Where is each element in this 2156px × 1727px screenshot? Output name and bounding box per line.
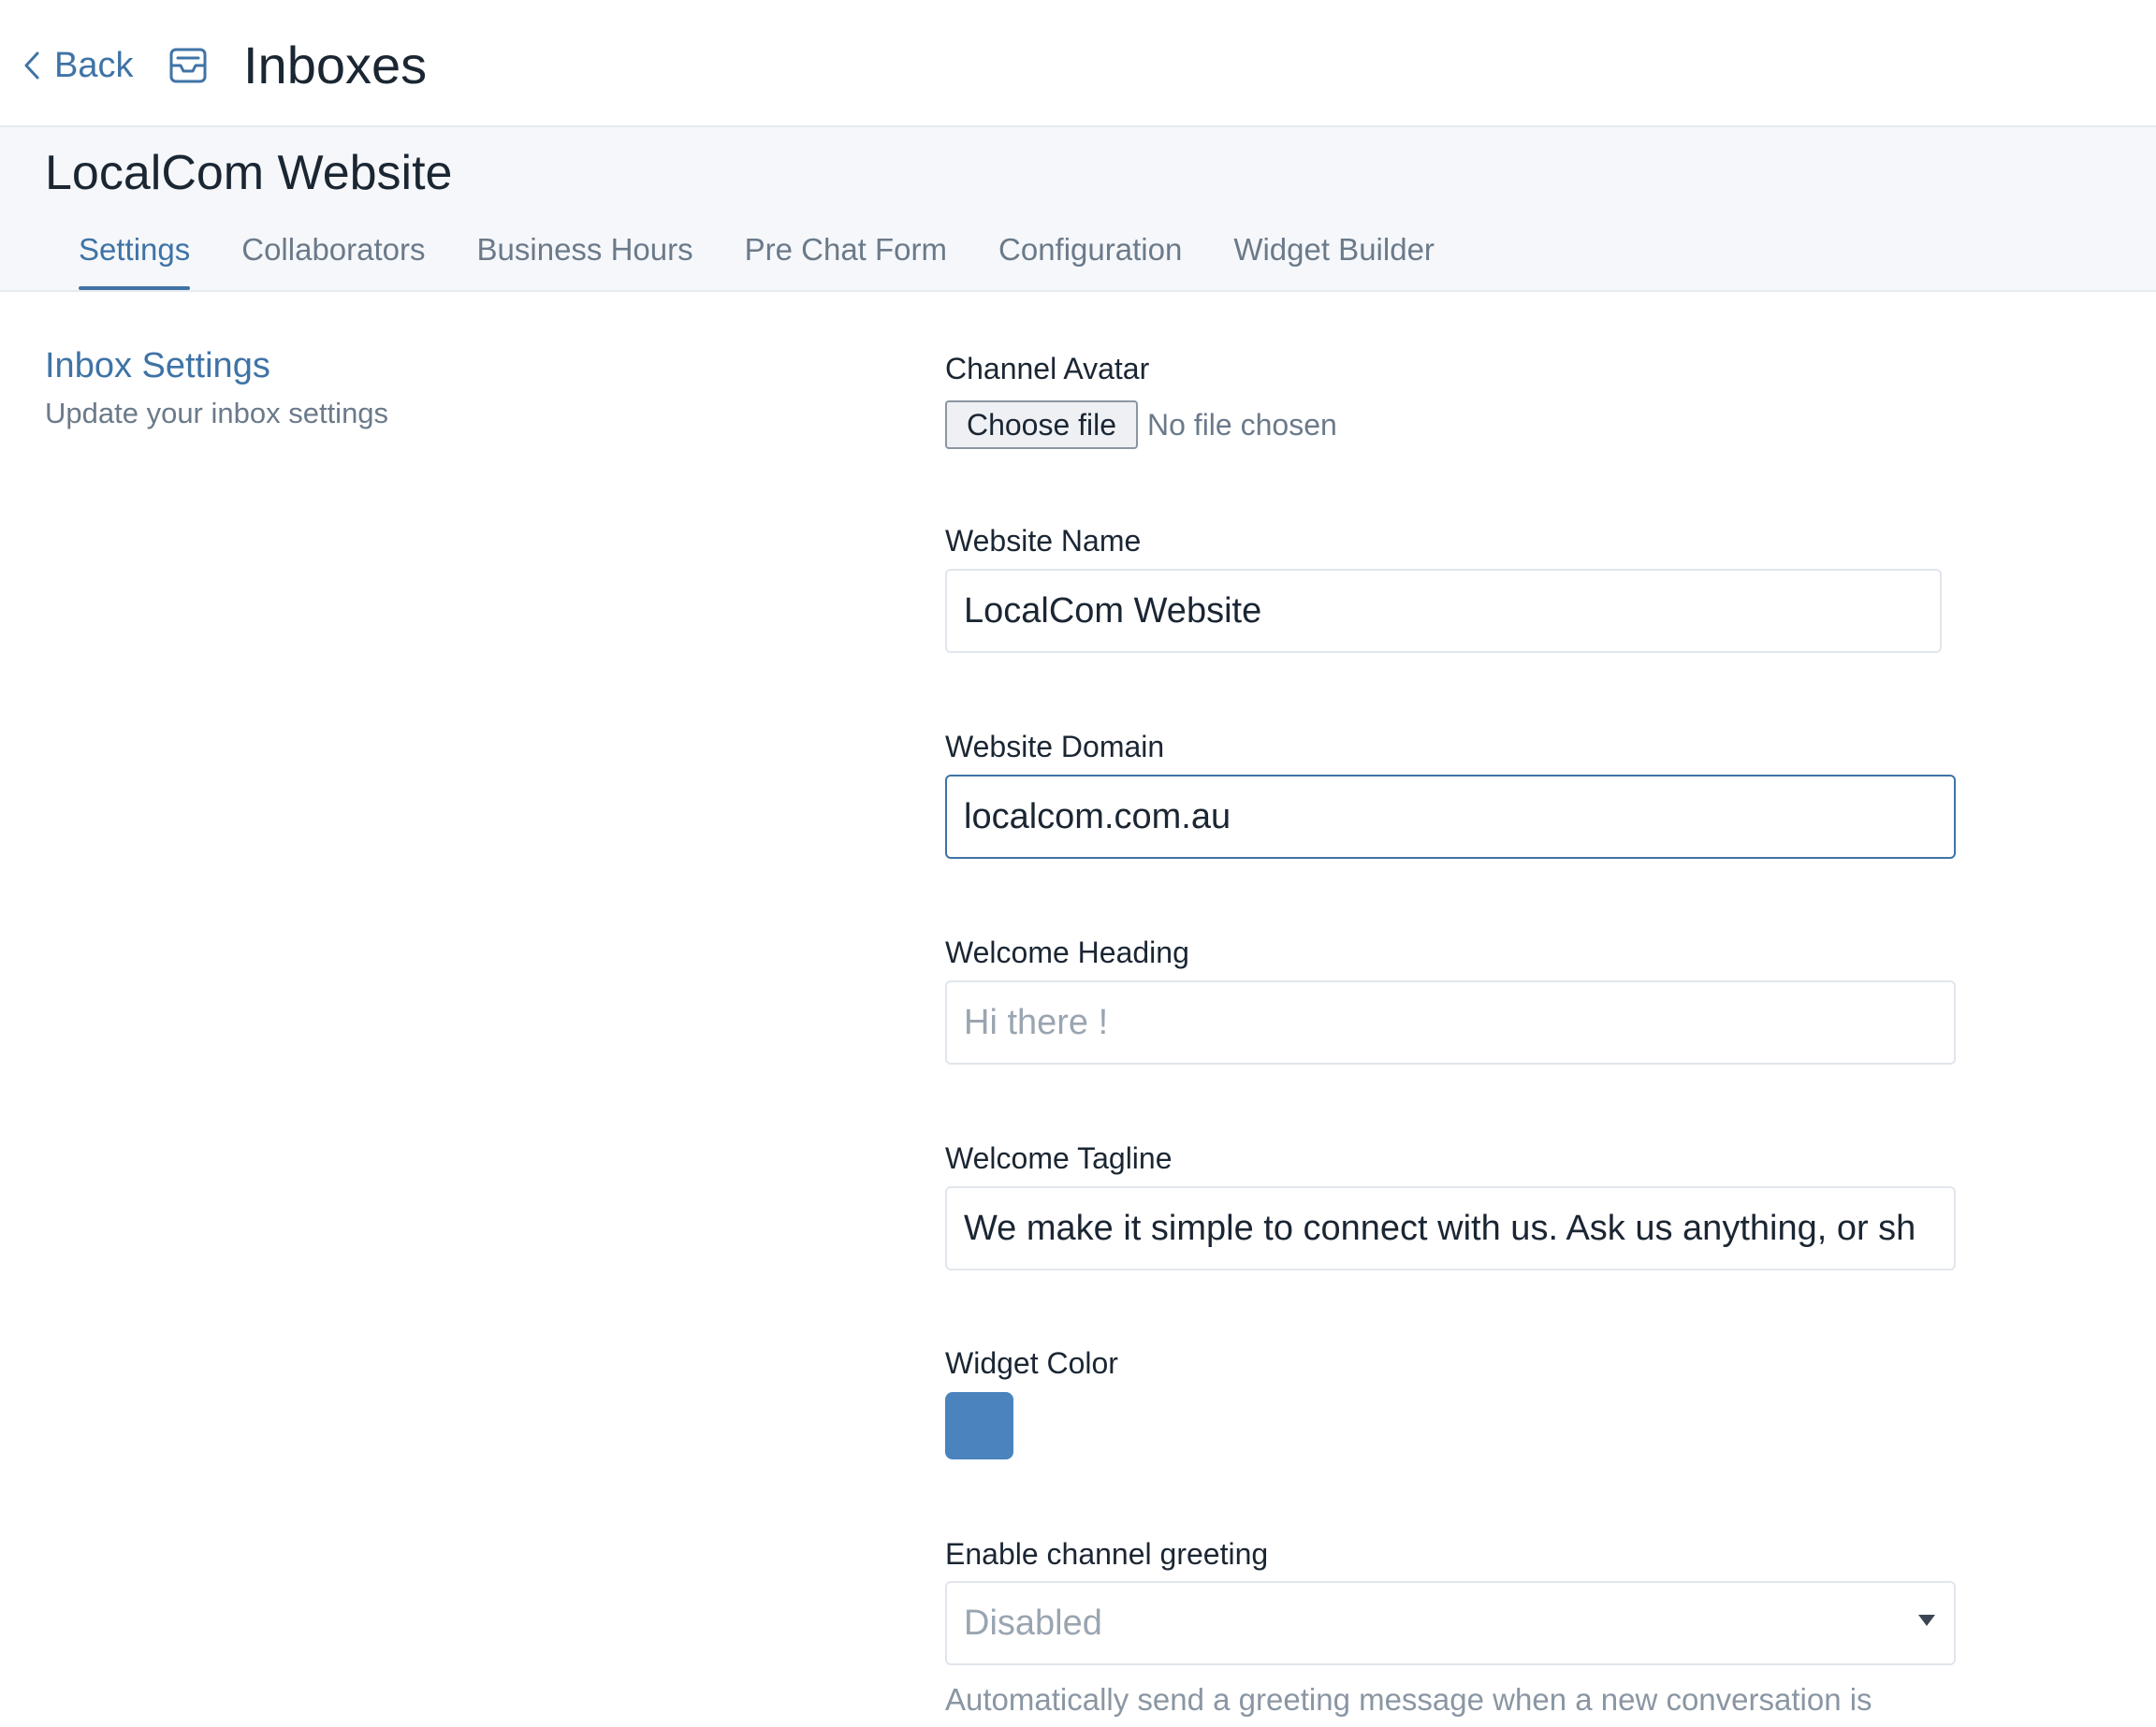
tab-collaborators[interactable]: Collaborators: [241, 221, 425, 290]
inbox-header: LocalCom Website Settings Collaborators …: [0, 127, 2156, 292]
channel-avatar-file-input: Choose file No file chosen: [945, 400, 1337, 449]
inbox-icon: [169, 48, 207, 83]
tab-pre-chat-form[interactable]: Pre Chat Form: [745, 221, 947, 290]
back-button[interactable]: Back: [21, 37, 133, 94]
channel-greeting-label: Enable channel greeting: [945, 1537, 1269, 1571]
top-bar: Back Inboxes: [0, 0, 2156, 127]
inbox-name: LocalCom Website: [45, 146, 453, 200]
chevron-down-icon: [1918, 1615, 1935, 1626]
tab-widget-builder[interactable]: Widget Builder: [1233, 221, 1435, 290]
website-name-label: Website Name: [945, 524, 1142, 558]
widget-color-swatch[interactable]: [945, 1392, 1013, 1459]
website-domain-label: Website Domain: [945, 730, 1165, 763]
welcome-heading-input[interactable]: [945, 980, 1956, 1065]
chevron-left-icon: [24, 51, 39, 80]
channel-greeting-selected: Disabled: [964, 1603, 1102, 1643]
tab-settings[interactable]: Settings: [79, 221, 191, 290]
back-label: Back: [54, 45, 134, 85]
welcome-tagline-input[interactable]: [945, 1186, 1956, 1270]
file-status: No file chosen: [1147, 407, 1337, 442]
choose-file-button[interactable]: Choose file: [945, 400, 1138, 449]
section-title: Inbox Settings: [45, 346, 270, 385]
widget-color-label: Widget Color: [945, 1346, 1118, 1380]
channel-greeting-select[interactable]: Disabled: [945, 1581, 1956, 1665]
section-subtitle: Update your inbox settings: [45, 397, 389, 429]
welcome-heading-label: Welcome Heading: [945, 936, 1189, 969]
tab-bar: Settings Collaborators Business Hours Pr…: [79, 221, 1486, 290]
website-domain-input[interactable]: [945, 775, 1956, 859]
website-name-input[interactable]: [945, 569, 1942, 653]
channel-greeting-help: Automatically send a greeting message wh…: [945, 1682, 1872, 1717]
channel-avatar-label: Channel Avatar: [945, 352, 1150, 385]
page-title: Inboxes: [243, 36, 428, 94]
tab-configuration[interactable]: Configuration: [998, 221, 1182, 290]
welcome-tagline-label: Welcome Tagline: [945, 1141, 1173, 1175]
tab-business-hours[interactable]: Business Hours: [477, 221, 693, 290]
